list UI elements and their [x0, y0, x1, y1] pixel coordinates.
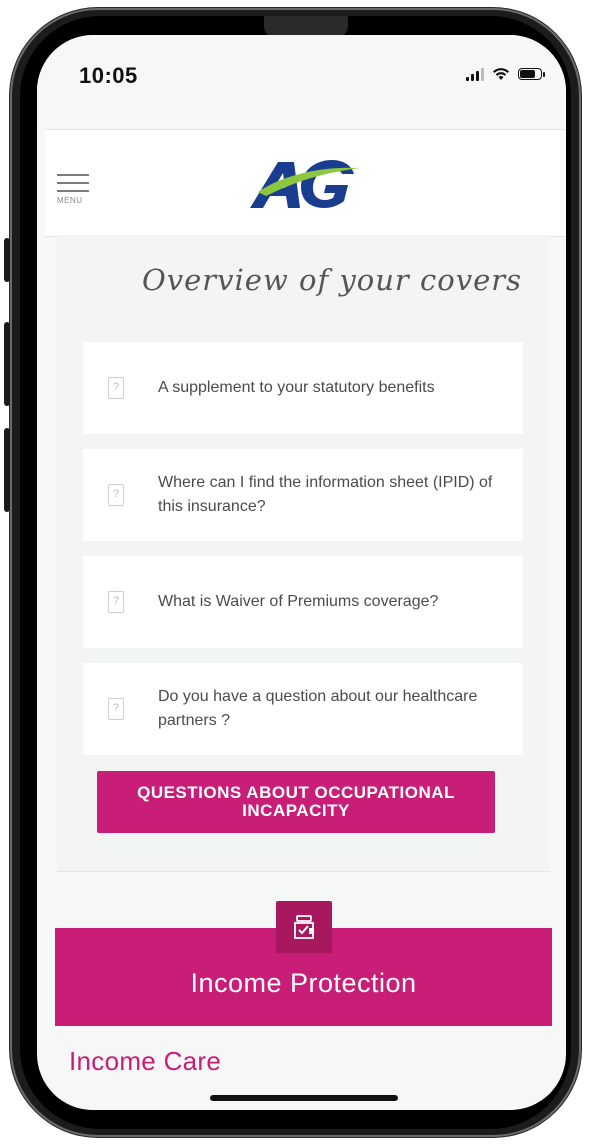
- policy-check-icon: [294, 915, 314, 939]
- phone-mute-switch: [4, 238, 10, 282]
- question-document-icon: ?: [108, 484, 124, 506]
- faq-item-label: A supplement to your statutory benefits: [158, 379, 435, 396]
- wifi-icon: [493, 68, 509, 80]
- faq-item-waiver-of-premiums[interactable]: ? What is Waiver of Premiums coverage?: [83, 556, 523, 648]
- income-protection-title: Income Protection: [190, 968, 417, 998]
- app-header: MENU: [45, 129, 566, 237]
- question-document-icon: ?: [108, 377, 124, 399]
- income-care-link[interactable]: Income Care: [69, 1046, 221, 1077]
- battery-icon: [518, 68, 545, 80]
- faq-item-label: Do you have a question about our healthc…: [158, 688, 478, 729]
- covers-overview-panel: Overview of your covers ? A supplement t…: [57, 235, 550, 872]
- status-time: 10:05: [79, 63, 138, 88]
- faq-item-label: What is Waiver of Premiums coverage?: [158, 593, 439, 610]
- status-icons: [466, 67, 545, 81]
- status-bar: 10:05: [37, 35, 566, 129]
- occupational-incapacity-button[interactable]: QUESTIONS ABOUT OCCUPATIONAL INCAPACITY: [97, 771, 495, 833]
- hamburger-icon: [57, 174, 89, 176]
- ag-logo[interactable]: [244, 158, 362, 210]
- question-document-icon: ?: [108, 698, 124, 720]
- overview-title: Overview of your covers: [141, 263, 522, 297]
- phone-volume-down: [4, 428, 10, 512]
- faq-item-healthcare-partners[interactable]: ? Do you have a question about our healt…: [83, 663, 523, 755]
- question-document-icon: ?: [108, 591, 124, 613]
- faq-item-label: Where can I find the information sheet (…: [158, 474, 493, 515]
- faq-item-ipid-sheet[interactable]: ? Where can I find the information sheet…: [83, 449, 523, 541]
- phone-volume-up: [4, 322, 10, 406]
- app-screen: 10:05 MENU Overview of your covers ? A s…: [37, 35, 566, 1110]
- occupational-incapacity-button-label: QUESTIONS ABOUT OCCUPATIONAL INCAPACITY: [137, 783, 455, 820]
- menu-button[interactable]: MENU: [57, 174, 91, 210]
- home-indicator[interactable]: [210, 1095, 398, 1101]
- faq-item-statutory-benefits[interactable]: ? A supplement to your statutory benefit…: [83, 342, 523, 434]
- income-protection-badge: [276, 901, 332, 953]
- menu-label: MENU: [57, 196, 83, 205]
- cellular-signal-icon: [466, 67, 484, 81]
